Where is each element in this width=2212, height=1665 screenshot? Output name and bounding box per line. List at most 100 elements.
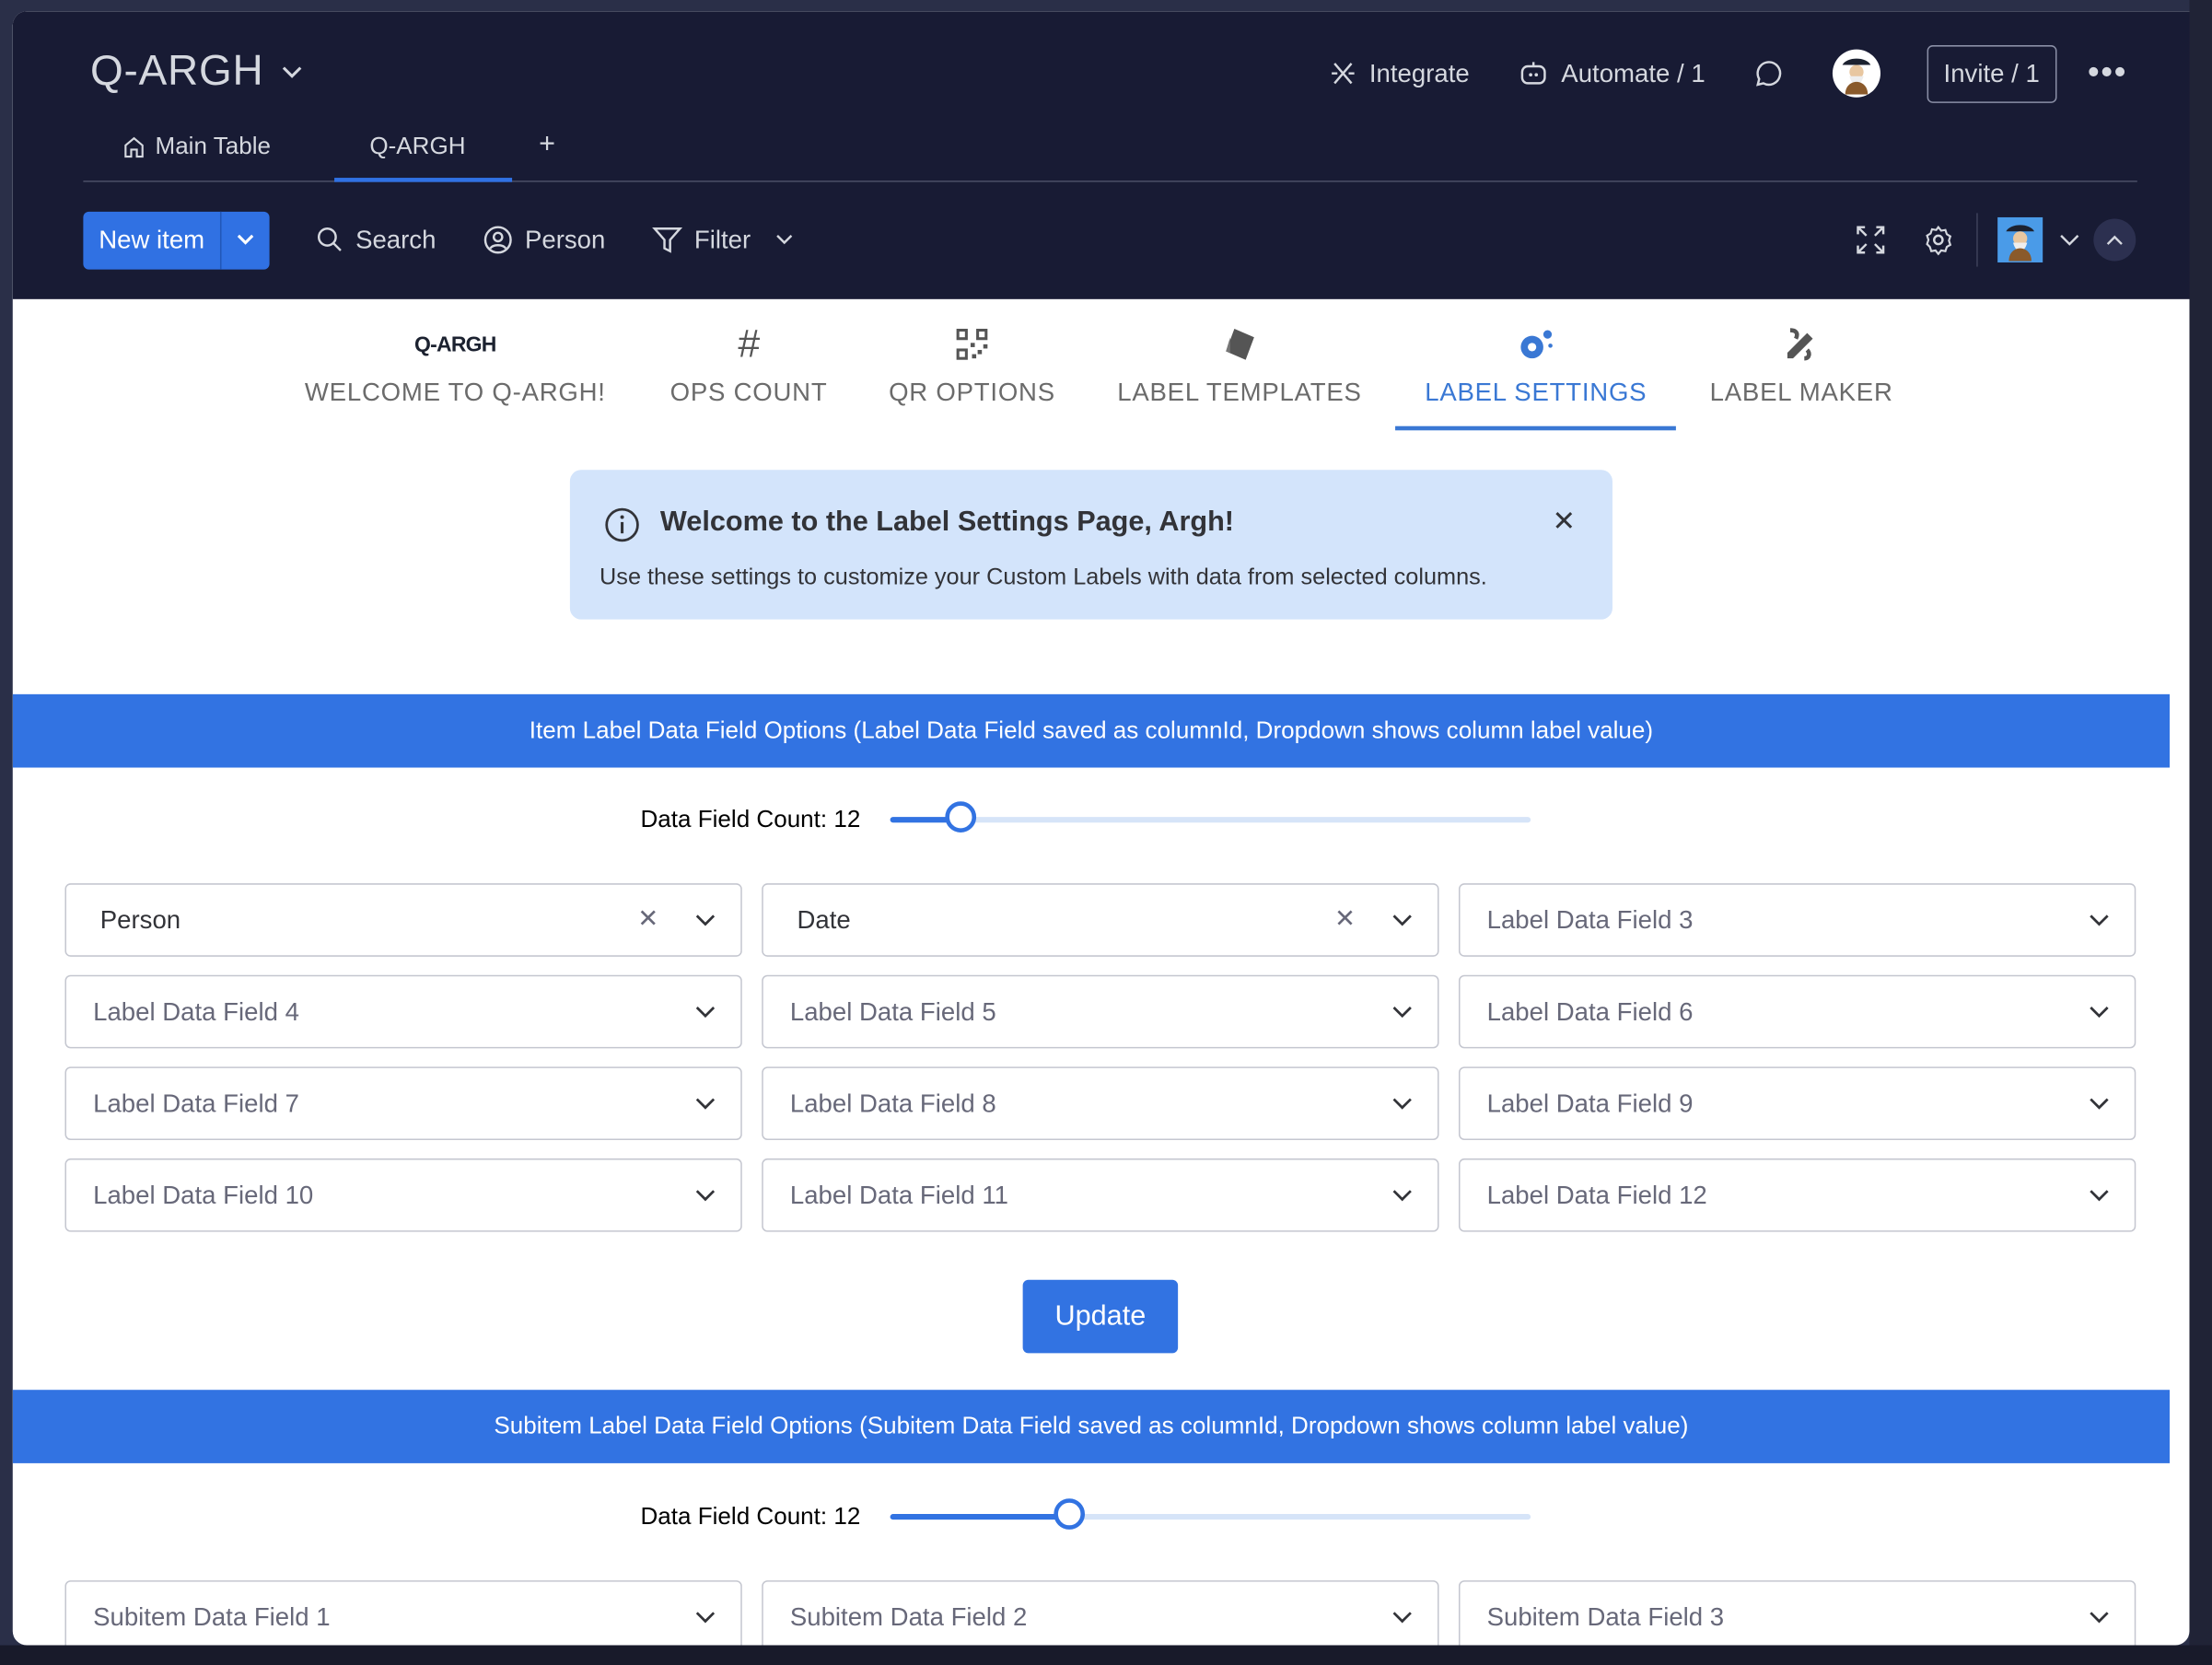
new-item-button[interactable]: New item <box>83 211 270 269</box>
home-icon <box>124 136 144 158</box>
select-placeholder: Label Data Field 5 <box>789 996 996 1026</box>
item-field-select-8[interactable]: Label Data Field 8 <box>762 1066 1439 1141</box>
user-avatar[interactable] <box>1832 49 1880 98</box>
filter-button[interactable]: Filter <box>652 225 793 256</box>
chevron-down-icon <box>282 66 302 78</box>
item-field-select-6[interactable]: Label Data Field 6 <box>1458 974 2136 1049</box>
item-field-select-2[interactable]: Date ✕ <box>762 883 1439 957</box>
update-label: Update <box>1054 1299 1147 1332</box>
slider-thumb[interactable] <box>1054 1498 1086 1530</box>
select-placeholder: Label Data Field 6 <box>1486 996 1694 1026</box>
banner-description: Use these settings to customize your Cus… <box>600 564 1487 590</box>
chevron-down-icon[interactable] <box>2088 1603 2111 1632</box>
item-field-select-3[interactable]: Label Data Field 3 <box>1458 883 2136 957</box>
clear-icon[interactable]: ✕ <box>637 904 658 934</box>
tab-main-table[interactable]: Main Table <box>122 133 271 161</box>
select-placeholder: Label Data Field 8 <box>789 1089 996 1117</box>
gears-icon <box>1519 330 1553 359</box>
fullscreen-icon[interactable] <box>1855 225 1886 256</box>
new-item-label: New item <box>83 211 222 269</box>
chevron-down-icon <box>237 234 254 245</box>
chat-bubble-icon <box>1755 61 1781 87</box>
chevron-down-icon[interactable] <box>2088 997 2111 1026</box>
invite-label: Invite / 1 <box>1943 58 2040 87</box>
app-tab-ops-count[interactable]: # OPS COUNT <box>670 321 828 407</box>
board-title-button[interactable]: Q-ARGH <box>90 48 303 96</box>
pen-ruler-icon <box>1787 328 1813 361</box>
chevron-down-icon[interactable] <box>1391 1089 1414 1118</box>
item-field-select-11[interactable]: Label Data Field 11 <box>762 1158 1439 1232</box>
person-icon <box>483 226 512 254</box>
item-section-header: Item Label Data Field Options (Label Dat… <box>12 693 2171 768</box>
qr-code-icon <box>956 329 988 360</box>
board-header: Q-ARGH Integrate Automate / 1 Invite / 1… <box>12 11 2190 299</box>
tab-label: Q-ARGH <box>369 133 466 160</box>
settings-gear-icon[interactable] <box>1923 225 1954 256</box>
tab-q-argh[interactable]: Q-ARGH <box>334 133 513 182</box>
item-field-select-12[interactable]: Label Data Field 12 <box>1458 1158 2136 1232</box>
item-field-select-5[interactable]: Label Data Field 5 <box>762 974 1439 1049</box>
subitem-count-slider[interactable] <box>890 1498 1531 1530</box>
app-tab-label-maker[interactable]: LABEL MAKER <box>1710 321 1893 407</box>
search-button[interactable]: Search <box>316 225 436 254</box>
item-field-select-7[interactable]: Label Data Field 7 <box>64 1066 742 1141</box>
clear-icon[interactable]: ✕ <box>1334 904 1356 934</box>
chevron-down-icon[interactable] <box>1391 906 1414 935</box>
chevron-down-icon[interactable] <box>2060 234 2079 247</box>
chevron-down-icon[interactable] <box>1391 997 1414 1026</box>
chevron-down-icon[interactable] <box>1391 1603 1414 1632</box>
tab-label: LABEL TEMPLATES <box>1117 378 1362 407</box>
chevron-down-icon[interactable] <box>694 1603 717 1632</box>
integrate-button[interactable]: Integrate <box>1328 59 1470 88</box>
more-options-button[interactable]: ••• <box>2088 53 2127 93</box>
chevron-down-icon[interactable] <box>694 997 717 1026</box>
item-field-select-1[interactable]: Person ✕ <box>64 883 742 957</box>
collapse-header-button[interactable] <box>2093 218 2136 262</box>
subitem-field-select-2[interactable]: Subitem Data Field 2 <box>762 1580 1439 1646</box>
tab-label: Main Table <box>155 133 271 160</box>
new-item-dropdown[interactable] <box>222 234 270 245</box>
item-field-select-9[interactable]: Label Data Field 9 <box>1458 1066 2136 1141</box>
tag-icon <box>1225 329 1254 360</box>
app-avatar[interactable] <box>1997 216 2043 262</box>
chevron-down-icon[interactable] <box>2088 1181 2111 1209</box>
automate-label: Automate / 1 <box>1561 58 1706 87</box>
app-tab-qr-options[interactable]: QR OPTIONS <box>889 321 1055 407</box>
close-banner-button[interactable]: ✕ <box>1552 504 1576 539</box>
tab-label: QR OPTIONS <box>889 378 1055 407</box>
subitem-field-select-3[interactable]: Subitem Data Field 3 <box>1458 1580 2136 1646</box>
chevron-down-icon[interactable] <box>2088 1089 2111 1118</box>
slider-thumb[interactable] <box>945 801 976 832</box>
updates-button[interactable] <box>1753 58 1785 89</box>
chevron-down-icon[interactable] <box>694 906 717 935</box>
info-icon <box>605 507 639 542</box>
chevron-down-icon[interactable] <box>776 234 793 245</box>
integrate-icon <box>1331 63 1355 85</box>
chevron-down-icon[interactable] <box>694 1089 717 1118</box>
tab-label: LABEL MAKER <box>1709 378 1893 407</box>
chevron-down-icon[interactable] <box>2088 906 2111 935</box>
tab-label: OPS COUNT <box>669 378 828 407</box>
person-filter-button[interactable]: Person <box>483 225 605 256</box>
select-placeholder: Label Data Field 9 <box>1486 1089 1694 1117</box>
add-view-button[interactable]: + <box>539 128 555 160</box>
banner-title: Welcome to the Label Settings Page, Argh… <box>659 506 1235 538</box>
app-tab-label-templates[interactable]: LABEL TEMPLATES <box>1117 321 1361 407</box>
item-count-slider[interactable] <box>890 801 1531 832</box>
search-icon <box>318 227 342 251</box>
subitem-section-header: Subitem Label Data Field Options (Subite… <box>12 1390 2171 1463</box>
select-placeholder: Subitem Data Field 2 <box>789 1601 1028 1631</box>
chevron-down-icon[interactable] <box>1391 1181 1414 1209</box>
person-label: Person <box>524 225 606 254</box>
subitem-field-select-1[interactable]: Subitem Data Field 1 <box>64 1580 742 1646</box>
app-tab-welcome[interactable]: Q-ARGH WELCOME TO Q-ARGH! <box>305 321 606 407</box>
app-tab-label-settings[interactable]: LABEL SETTINGS <box>1394 321 1678 431</box>
pirate-avatar-icon <box>1842 58 1870 95</box>
chevron-down-icon[interactable] <box>694 1181 717 1209</box>
item-field-select-4[interactable]: Label Data Field 4 <box>64 974 742 1049</box>
item-field-select-10[interactable]: Label Data Field 10 <box>64 1158 742 1232</box>
update-button[interactable]: Update <box>1022 1279 1179 1354</box>
select-placeholder: Label Data Field 10 <box>93 1180 314 1209</box>
invite-button[interactable]: Invite / 1 <box>1927 44 2057 103</box>
automate-button[interactable]: Automate / 1 <box>1518 59 1706 88</box>
